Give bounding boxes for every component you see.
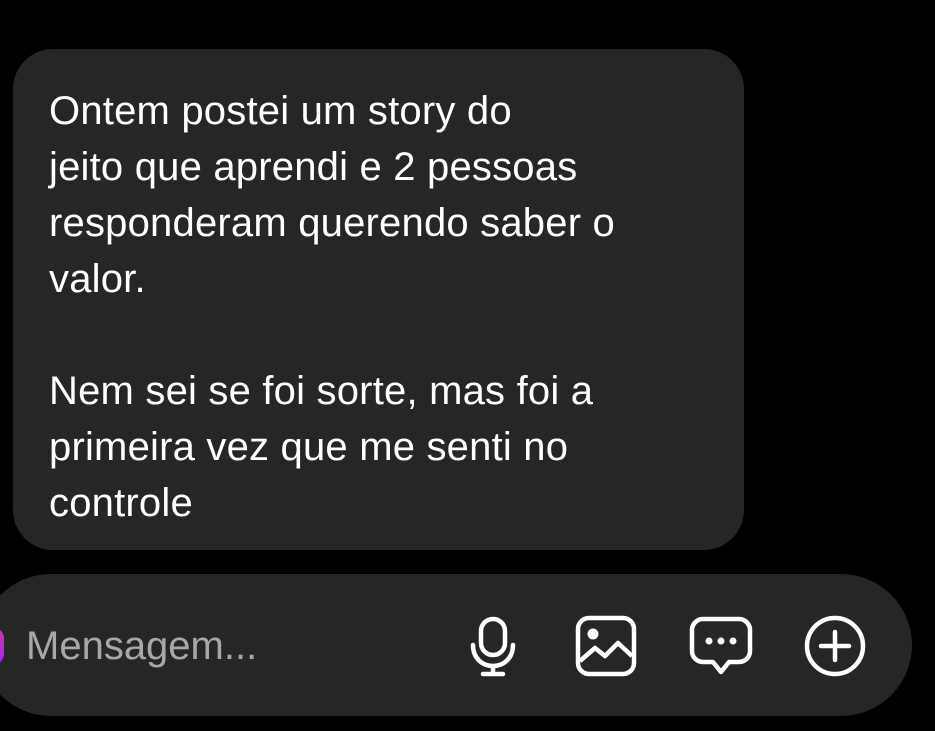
message-input[interactable] [26, 618, 446, 674]
sticker-chat-icon [689, 616, 753, 675]
microphone-button[interactable] [459, 612, 527, 680]
microphone-icon [470, 616, 516, 677]
gallery-icon [575, 615, 637, 677]
gallery-button[interactable] [572, 612, 640, 680]
sticker-button[interactable] [687, 612, 755, 680]
add-circle-icon [804, 615, 866, 677]
chat-screen: Ontem postei um story do jeito que apren… [0, 0, 935, 731]
message-text: Ontem postei um story do jeito que apren… [49, 89, 615, 525]
add-button[interactable] [801, 612, 869, 680]
received-message-bubble[interactable]: Ontem postei um story do jeito que apren… [13, 49, 744, 550]
